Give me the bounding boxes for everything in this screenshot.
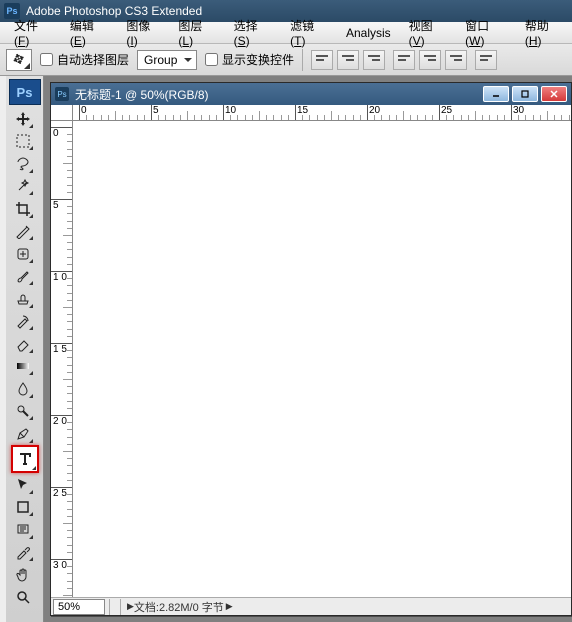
- healing-brush-tool[interactable]: [11, 243, 35, 265]
- menu-选择[interactable]: 选择(S): [226, 15, 281, 50]
- magic-wand-tool[interactable]: [11, 175, 35, 197]
- ruler-v-label: 2 5: [53, 488, 67, 499]
- ruler-v-label: 1 0: [53, 272, 67, 283]
- clone-stamp-tool[interactable]: [11, 288, 35, 310]
- gradient-tool[interactable]: [11, 355, 35, 377]
- ps-logo-icon: Ps: [9, 79, 41, 105]
- path-selection-tool[interactable]: [11, 474, 35, 496]
- ruler-v-label: 5: [53, 200, 59, 211]
- tools-panel: Ps: [6, 76, 44, 622]
- menu-图像[interactable]: 图像(I): [118, 15, 168, 50]
- notes-tool[interactable]: [11, 519, 35, 541]
- menubar: 文件(F)编辑(E)图像(I)图层(L)选择(S)滤镜(T)Analysis视图…: [0, 22, 572, 44]
- show-transform-controls-checkbox[interactable]: 显示变换控件: [205, 51, 294, 68]
- zoom-field[interactable]: 50%: [53, 599, 105, 615]
- auto-select-layer-checkbox[interactable]: 自动选择图层: [40, 51, 129, 68]
- show-transform-checkbox-input[interactable]: [205, 53, 218, 66]
- brush-tool[interactable]: [11, 265, 35, 287]
- shape-tool[interactable]: [11, 496, 35, 518]
- eraser-tool[interactable]: [11, 333, 35, 355]
- marquee-tool[interactable]: [11, 130, 35, 152]
- status-prefix: 文档:: [134, 599, 159, 615]
- status-menu-arrow-icon[interactable]: ▶: [127, 601, 134, 612]
- align-vcenter-button[interactable]: [337, 50, 359, 70]
- menu-文件[interactable]: 文件(F): [6, 15, 60, 50]
- auto-select-scope-value: Group: [144, 53, 177, 67]
- align-group-3: [475, 50, 497, 70]
- canvas[interactable]: [73, 121, 571, 597]
- separator: [302, 49, 303, 71]
- distribute-button[interactable]: [475, 50, 497, 70]
- move-tool[interactable]: [11, 108, 35, 130]
- current-tool-indicator[interactable]: ✥: [6, 49, 32, 71]
- auto-select-checkbox-input[interactable]: [40, 53, 53, 66]
- align-right-button[interactable]: [445, 50, 467, 70]
- menu-窗口[interactable]: 窗口(W): [457, 15, 515, 50]
- menu-图层[interactable]: 图层(L): [170, 15, 223, 50]
- vertical-ruler[interactable]: 0 5 1 0 1 5 2 0 2 5 3 0: [51, 121, 73, 597]
- auto-select-label: 自动选择图层: [57, 51, 129, 68]
- align-top-button[interactable]: [311, 50, 333, 70]
- status-dropdown-arrow-icon[interactable]: ▶: [226, 601, 233, 612]
- zoom-tool[interactable]: [11, 586, 35, 608]
- align-group-1: [311, 50, 385, 70]
- type-tool[interactable]: [11, 445, 39, 473]
- show-transform-label: 显示变换控件: [222, 51, 294, 68]
- document-icon: Ps: [55, 87, 69, 101]
- eyedropper-tool[interactable]: [11, 541, 35, 563]
- pen-tool[interactable]: [11, 423, 35, 445]
- close-button[interactable]: [541, 86, 567, 102]
- ruler-v-label: 3 0: [53, 560, 67, 571]
- document-window: Ps 无标题-1 @ 50%(RGB/8) 051015202530 051 0…: [50, 82, 572, 616]
- ruler-origin[interactable]: [51, 105, 73, 121]
- ruler-v-label: 1 5: [53, 344, 67, 355]
- horizontal-ruler[interactable]: 051015202530: [73, 105, 571, 121]
- align-bottom-button[interactable]: [363, 50, 385, 70]
- align-group-2: [393, 50, 467, 70]
- crop-tool[interactable]: [11, 198, 35, 220]
- align-hcenter-button[interactable]: [419, 50, 441, 70]
- menu-analysis[interactable]: Analysis: [338, 24, 399, 42]
- history-brush-tool[interactable]: [11, 310, 35, 332]
- document-titlebar[interactable]: Ps 无标题-1 @ 50%(RGB/8): [51, 83, 571, 105]
- menu-视图[interactable]: 视图(V): [401, 15, 456, 50]
- menu-编辑[interactable]: 编辑(E): [62, 15, 117, 50]
- menu-帮助[interactable]: 帮助(H): [517, 15, 572, 50]
- minimize-button[interactable]: [483, 86, 509, 102]
- ruler-v-label: 2 0: [53, 416, 67, 427]
- slice-tool[interactable]: [11, 220, 35, 242]
- status-separator: [109, 599, 121, 615]
- maximize-button[interactable]: [512, 86, 538, 102]
- dodge-tool[interactable]: [11, 400, 35, 422]
- document-title: 无标题-1 @ 50%(RGB/8): [75, 86, 209, 103]
- auto-select-scope-select[interactable]: Group: [137, 50, 197, 70]
- blur-tool[interactable]: [11, 378, 35, 400]
- hand-tool[interactable]: [11, 564, 35, 586]
- menu-滤镜[interactable]: 滤镜(T): [282, 15, 336, 50]
- status-value: 2.82M/0 字节: [159, 599, 224, 615]
- lasso-tool[interactable]: [11, 153, 35, 175]
- ruler-v-label: 0: [53, 128, 59, 139]
- document-statusbar: 50% ▶ 文档: 2.82M/0 字节 ▶: [51, 597, 571, 615]
- align-left-button[interactable]: [393, 50, 415, 70]
- stage-area: Ps 无标题-1 @ 50%(RGB/8) 051015202530 051 0…: [44, 76, 572, 622]
